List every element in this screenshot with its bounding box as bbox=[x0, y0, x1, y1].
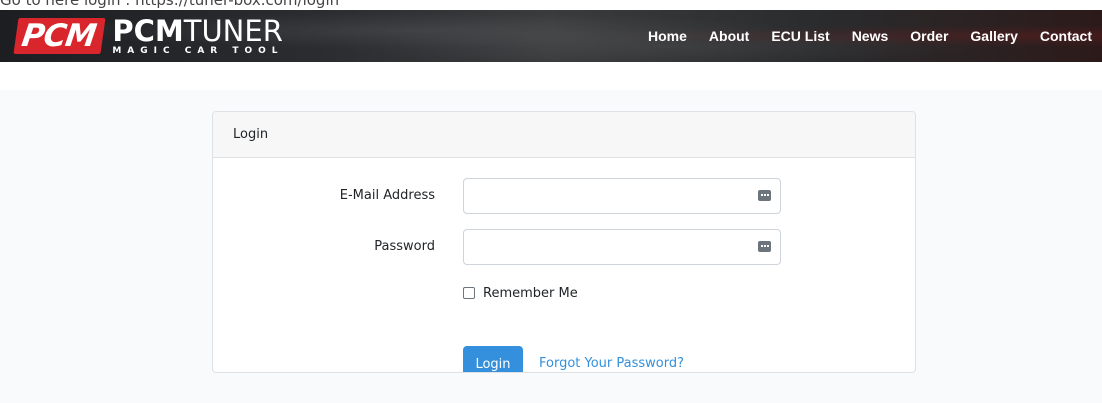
password-field[interactable] bbox=[463, 229, 781, 265]
nav-gallery[interactable]: Gallery bbox=[970, 28, 1017, 44]
login-card: Login E-Mail Address Password Remember M… bbox=[212, 111, 916, 373]
password-manager-key-icon[interactable] bbox=[758, 241, 771, 252]
nav-ecu-list[interactable]: ECU List bbox=[771, 28, 829, 44]
email-label: E-Mail Address bbox=[339, 188, 435, 203]
remember-me-label[interactable]: Remember Me bbox=[483, 286, 578, 301]
brand-logo[interactable]: PCM PCMTUNER MAGIC CAR TOOL bbox=[13, 13, 284, 57]
password-row: Password bbox=[213, 229, 915, 265]
brand-text: PCMTUNER MAGIC CAR TOOL bbox=[112, 13, 284, 56]
main-nav: Home About ECU List News Order Gallery C… bbox=[626, 10, 1092, 62]
brand-name-light: TUNER bbox=[183, 13, 283, 48]
nav-about[interactable]: About bbox=[709, 28, 749, 44]
email-row: E-Mail Address bbox=[213, 178, 915, 214]
brand-name-strong: PCM bbox=[112, 13, 184, 48]
remember-me-checkbox[interactable] bbox=[463, 287, 475, 299]
password-label: Password bbox=[374, 239, 435, 254]
brand-badge: PCM bbox=[13, 18, 106, 54]
password-manager-key-icon[interactable] bbox=[758, 190, 771, 201]
nav-news[interactable]: News bbox=[852, 28, 889, 44]
login-card-header: Login bbox=[213, 112, 915, 158]
remember-me: Remember Me bbox=[463, 284, 578, 302]
header-spacer bbox=[0, 62, 1102, 90]
nav-order[interactable]: Order bbox=[910, 28, 948, 44]
top-navbar: PCM PCMTUNER MAGIC CAR TOOL Home About E… bbox=[0, 10, 1102, 62]
page-caption: Go to here login : https://tuner-box.com… bbox=[0, 0, 340, 9]
brand-tagline: MAGIC CAR TOOL bbox=[112, 45, 284, 56]
email-field[interactable] bbox=[463, 178, 781, 214]
nav-contact[interactable]: Contact bbox=[1040, 28, 1092, 44]
nav-home[interactable]: Home bbox=[648, 28, 687, 44]
login-button[interactable]: Login bbox=[463, 346, 523, 372]
forgot-password-link[interactable]: Forgot Your Password? bbox=[539, 355, 684, 372]
brand-name: PCMTUNER bbox=[112, 13, 283, 48]
